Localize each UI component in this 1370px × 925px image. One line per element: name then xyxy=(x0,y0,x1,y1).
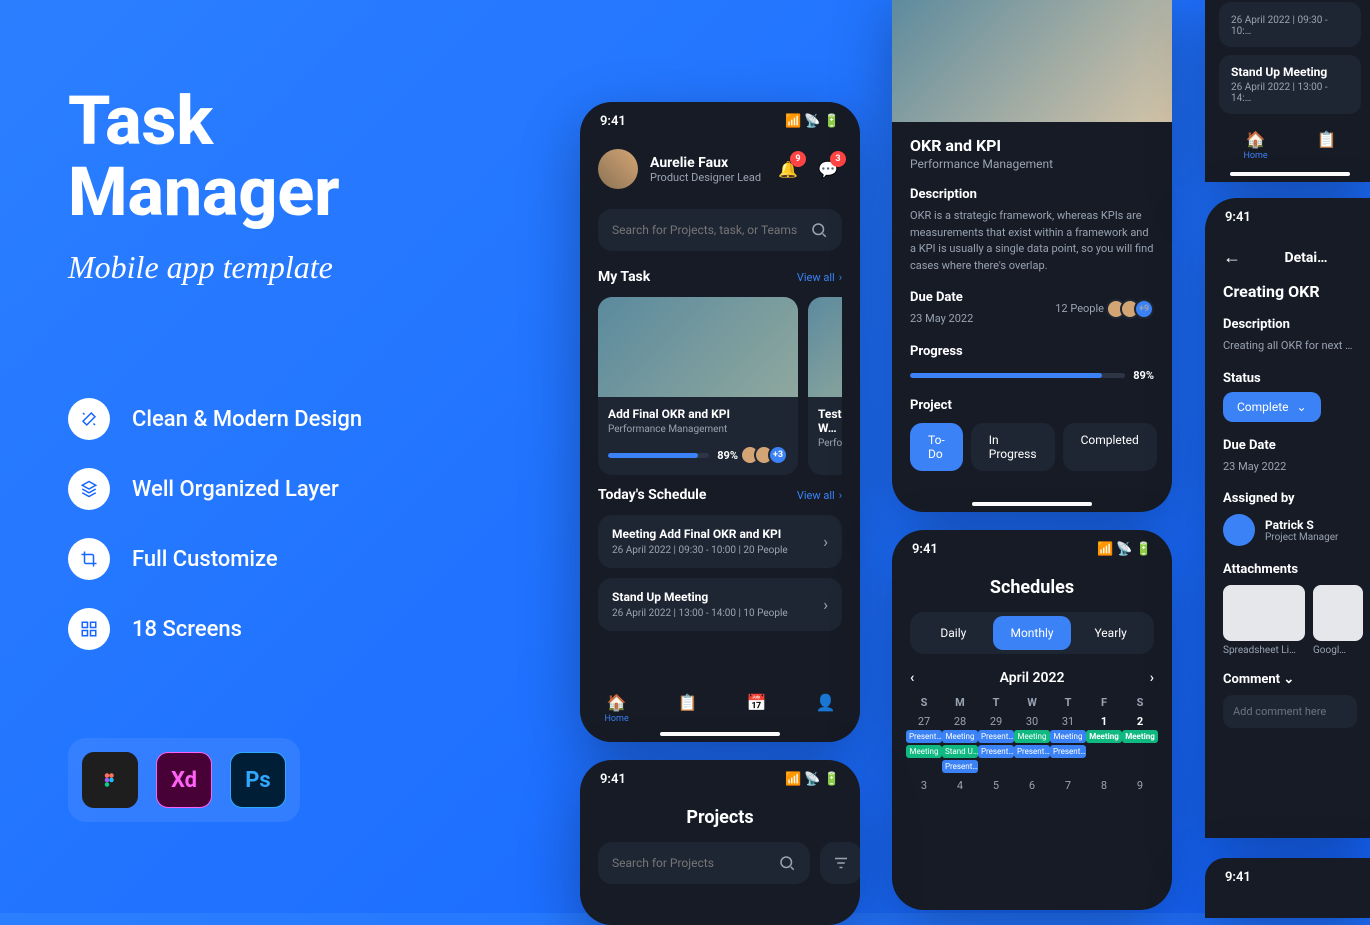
detail-description: OKR is a strategic framework, whereas KP… xyxy=(910,208,1154,274)
attachment[interactable]: Spreadsheet Li… xyxy=(1223,585,1305,656)
nav-home[interactable]: 🏠Home xyxy=(605,693,629,724)
detail-image xyxy=(892,0,1172,122)
chevron-down-icon: ⌄ xyxy=(1297,400,1307,414)
tab-inprogress[interactable]: In Progress xyxy=(971,423,1055,471)
search-icon xyxy=(810,221,828,239)
search-input[interactable] xyxy=(598,209,842,251)
avatar[interactable] xyxy=(598,149,638,189)
schedule-item[interactable]: Stand Up Meeting26 April 2022 | 13:00 - … xyxy=(598,578,842,631)
task-card[interactable]: Testing W…Performa… xyxy=(808,297,842,475)
assigned-user: Patrick SProject Manager xyxy=(1223,514,1357,546)
hero-title: TaskManager xyxy=(68,86,340,229)
feature-item: Well Organized Layer xyxy=(68,468,362,510)
tab-todo[interactable]: To-Do xyxy=(910,423,963,471)
project-tabs: To-DoIn ProgressCompleted xyxy=(910,423,1154,471)
hero-subtitle: Mobile app template xyxy=(68,249,340,286)
task-title: Creating OKR xyxy=(1223,282,1357,301)
next-month[interactable]: › xyxy=(1150,670,1154,686)
xd-icon: Xd xyxy=(156,752,212,808)
home-indicator xyxy=(1230,172,1350,176)
feature-item: 18 Screens xyxy=(68,608,362,650)
seg-yearly[interactable]: Yearly xyxy=(1071,616,1150,650)
phone-home: 9:41📶 📡 🔋 Aurelie FauxProduct Designer L… xyxy=(580,102,860,742)
phone-detail: OKR and KPI Performance Management Descr… xyxy=(892,0,1172,512)
nav-projects[interactable]: 📋 xyxy=(678,693,698,724)
phone-projects: 9:41📶 📡 🔋 Projects xyxy=(580,760,860,925)
seg-monthly[interactable]: Monthly xyxy=(993,616,1072,650)
ps-icon: Ps xyxy=(230,752,286,808)
chevron-right-icon: › xyxy=(823,532,828,551)
user-info: Aurelie FauxProduct Designer Lead xyxy=(650,155,762,184)
segment-control: DailyMonthlyYearly xyxy=(910,612,1154,654)
nav-projects[interactable]: 📋 xyxy=(1317,130,1337,161)
search-icon xyxy=(778,854,796,872)
features-list: Clean & Modern Design Well Organized Lay… xyxy=(68,398,362,678)
grid-icon xyxy=(68,608,110,650)
chat-icon[interactable]: 💬3 xyxy=(814,155,842,183)
today-title: Today's Schedule xyxy=(598,487,706,503)
tools-row: Xd Ps xyxy=(68,738,300,822)
attachment[interactable]: Googl… xyxy=(1313,585,1363,656)
phone-task-detail: 9:41 ←Detai… Creating OKR DescriptionCre… xyxy=(1205,198,1370,838)
month-nav: ‹April 2022› xyxy=(892,670,1172,686)
wand-icon xyxy=(68,398,110,440)
mytask-title: My Task xyxy=(598,269,650,285)
search-input[interactable] xyxy=(598,842,810,884)
status-icons: 📶 📡 🔋 xyxy=(785,114,840,129)
mini-sched-item[interactable]: 26 April 2022 | 09:30 - 10:… xyxy=(1219,2,1361,47)
today-section: Today's Schedule View all › Meeting Add F… xyxy=(580,481,860,647)
chevron-down-icon: ⌄ xyxy=(1283,672,1294,687)
mytask-section: My Task View all › Add Final OKR and KPIP… xyxy=(580,263,860,481)
nav-calendar[interactable]: 📅 xyxy=(747,693,767,724)
feature-item: Full Customize xyxy=(68,538,362,580)
task-card[interactable]: Add Final OKR and KPIPerformance Managem… xyxy=(598,297,798,475)
people-count: 12 People+9 xyxy=(1055,299,1154,319)
status-dropdown[interactable]: Complete⌄ xyxy=(1223,392,1321,422)
hero: TaskManager Mobile app template xyxy=(68,86,340,286)
back-button[interactable]: ← xyxy=(1223,247,1241,268)
status-bar: 9:41📶 📡 🔋 xyxy=(580,102,860,141)
feature-item: Clean & Modern Design xyxy=(68,398,362,440)
calendar: SMTWTFS 27Present…Meeting28MeetingStand … xyxy=(892,686,1172,808)
filter-icon xyxy=(832,854,850,872)
home-indicator xyxy=(972,502,1092,506)
mini-sched-item[interactable]: Stand Up Meeting26 April 2022 | 13:00 - … xyxy=(1219,55,1361,114)
seg-daily[interactable]: Daily xyxy=(914,616,993,650)
figma-icon xyxy=(82,752,138,808)
phone-schedules: 9:41📶 📡 🔋 Schedules DailyMonthlyYearly ‹… xyxy=(892,530,1172,910)
nav-home[interactable]: 🏠Home xyxy=(1243,130,1267,161)
viewall-link[interactable]: View all › xyxy=(797,271,842,284)
crop-icon xyxy=(68,538,110,580)
detail-title: OKR and KPI xyxy=(910,136,1154,155)
mini-nav: 🏠Home 📋 xyxy=(1219,122,1361,169)
detail-sub: Performance Management xyxy=(910,157,1154,171)
filter-button[interactable] xyxy=(820,842,860,884)
home-header: Aurelie FauxProduct Designer Lead 🔔9 💬3 xyxy=(580,141,860,197)
avatar xyxy=(1223,514,1255,546)
schedules-title: Schedules xyxy=(892,577,1172,598)
home-indicator xyxy=(660,732,780,736)
nav-profile[interactable]: 👤 xyxy=(816,693,836,724)
prev-month[interactable]: ‹ xyxy=(910,670,914,686)
comment-input[interactable]: Add comment here xyxy=(1223,695,1357,728)
viewall-link[interactable]: View all › xyxy=(797,489,842,502)
card-image xyxy=(598,297,798,397)
schedule-item[interactable]: Meeting Add Final OKR and KPI26 April 20… xyxy=(598,515,842,568)
chevron-right-icon: › xyxy=(823,595,828,614)
tab-completed[interactable]: Completed xyxy=(1063,423,1157,471)
bell-icon[interactable]: 🔔9 xyxy=(774,155,802,183)
phone-partial: 9:41 xyxy=(1205,858,1370,918)
projects-title: Projects xyxy=(580,807,860,828)
layers-icon xyxy=(68,468,110,510)
detail-header: ←Detai… xyxy=(1205,237,1370,278)
phone-mini: 26 April 2022 | 09:30 - 10:… Stand Up Me… xyxy=(1205,0,1370,182)
